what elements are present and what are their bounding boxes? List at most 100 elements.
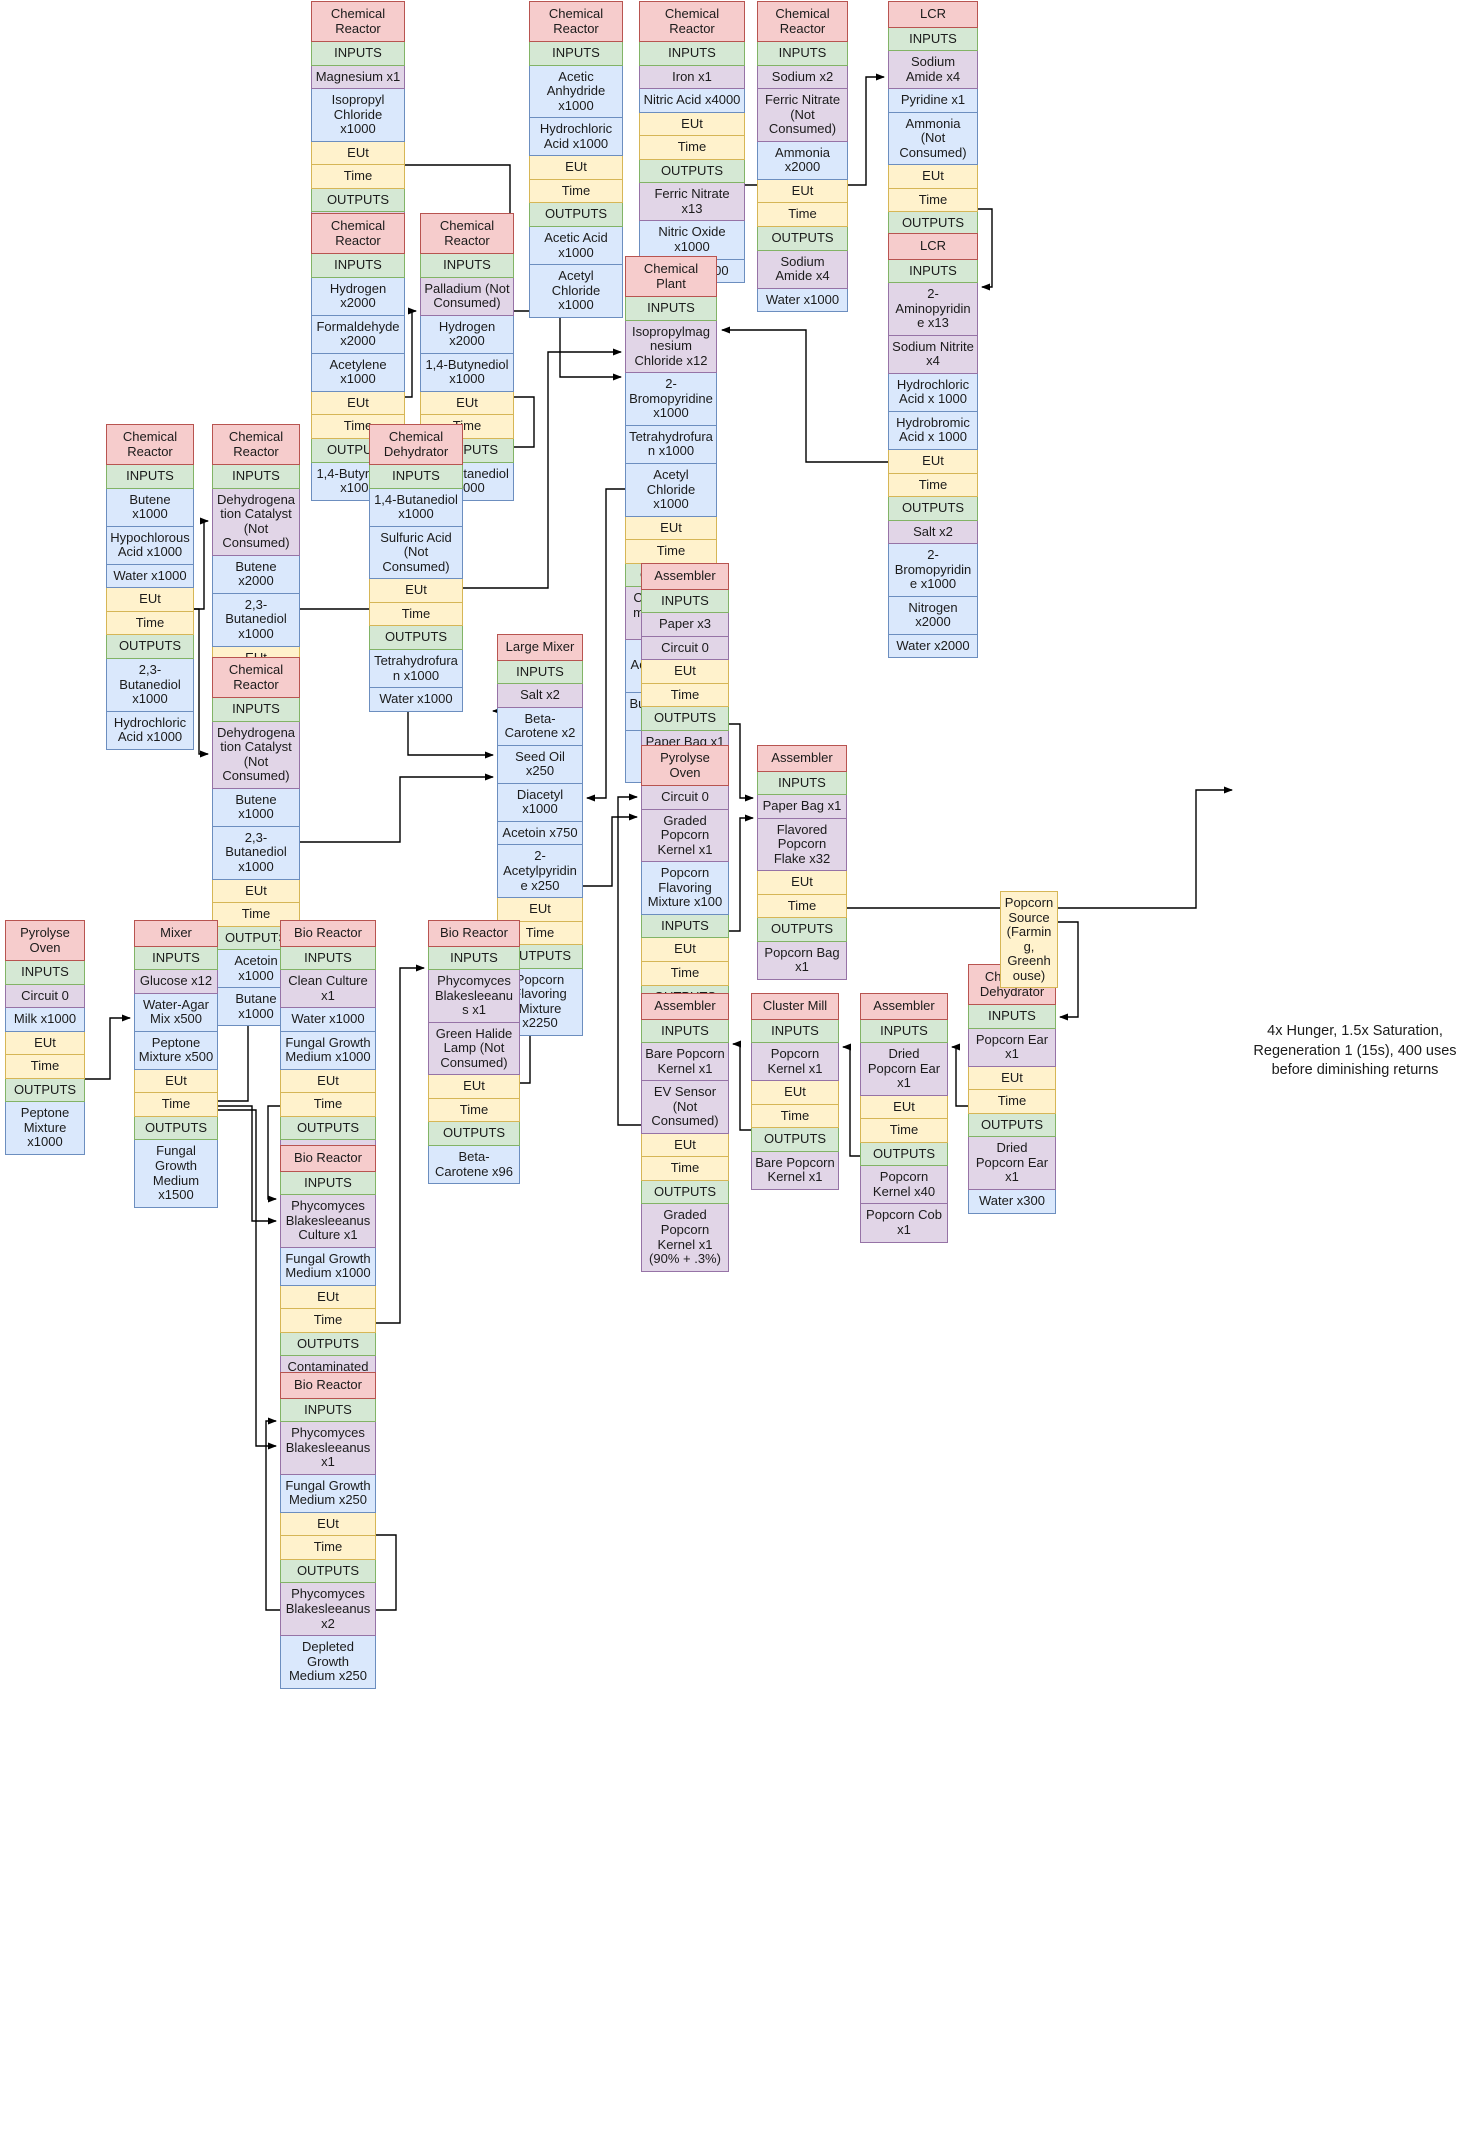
section-header-inputs: INPUTS bbox=[639, 42, 745, 66]
fluid-1-4-butanediol-x1000: 1,4-Butanediol x1000 bbox=[369, 488, 463, 527]
source-label: Popcorn Source (Farming, Greenhouse) bbox=[1000, 891, 1058, 989]
section-header-inputs: INPUTS bbox=[134, 946, 218, 971]
field-eut: EUt bbox=[311, 141, 405, 166]
machine-cr-23-butanediol: Chemical Reactor INPUTS Butene x1000 Hypoch… bbox=[106, 424, 194, 750]
fluid-sulfuric-acid-not-consumed: Sulfuric Acid (Not Consumed) bbox=[369, 526, 463, 580]
section-header-inputs: INPUTS bbox=[529, 42, 623, 66]
machine-title: Chemical Dehydrator bbox=[369, 424, 463, 466]
field-time: Time bbox=[625, 540, 717, 564]
fluid-nitric-acid-x4000: Nitric Acid x4000 bbox=[639, 89, 745, 113]
machine-title: Chemical Reactor bbox=[529, 1, 623, 43]
fluid-hypochlorous-acid-x1000: Hypochlorous Acid x1000 bbox=[106, 526, 194, 565]
section-header-inputs: INPUTS bbox=[212, 698, 300, 722]
item-glucose-x12: Glucose x12 bbox=[134, 970, 218, 994]
item-dehydrogenation-catalyst-not-consumed: Dehydrogenation Catalyst (Not Consumed) bbox=[212, 721, 300, 789]
machine-title: Assembler bbox=[860, 993, 948, 1020]
machine-cd-dried-popcorn-ear: Chemical DehydratorINPUTSPopcorn Ear x1E… bbox=[968, 964, 1056, 1214]
fluid-diacetyl-x1000: Diacetyl x1000 bbox=[497, 783, 583, 822]
machine-title: Bio Reactor bbox=[428, 920, 520, 947]
item-sodium-amide-x4: Sodium Amide x4 bbox=[757, 250, 848, 289]
field-eut: EUt bbox=[757, 871, 847, 895]
fluid-acetyl-chloride-x1000: Acetyl Chloride x1000 bbox=[529, 265, 623, 318]
fluid-hydrogen-x2000: Hydrogen x2000 bbox=[420, 315, 514, 354]
field-time: Time bbox=[860, 1119, 948, 1143]
section-header-outputs: OUTPUTS bbox=[106, 635, 194, 660]
field-time: Time bbox=[641, 1157, 729, 1181]
machine-title: Chemical Plant bbox=[625, 256, 717, 298]
field-eut: EUt bbox=[428, 1075, 520, 1099]
field-eut: EUt bbox=[497, 898, 583, 922]
fluid-isopropyl-chloride-x1000: Isopropyl Chloride x1000 bbox=[311, 89, 405, 142]
machine-title: Chemical Reactor bbox=[757, 1, 848, 43]
fluid-nitric-oxide-x1000: Nitric Oxide x1000 bbox=[639, 221, 745, 260]
machine-cr-acetyl-chloride: Chemical Reactor INPUTS Acetic Anhydride x… bbox=[529, 1, 623, 318]
section-header-inputs: INPUTS bbox=[369, 465, 463, 489]
machine-cd-tetrahydrofuran: Chemical Dehydrator INPUTS 1,4-Butanediol … bbox=[369, 424, 463, 712]
machine-title: Cluster Mill bbox=[751, 993, 839, 1020]
field-eut: EUt bbox=[280, 1285, 376, 1310]
fluid-acetylene-x1000: Acetylene x1000 bbox=[311, 353, 405, 392]
fluid-fungal-growth-medium-x1000: Fungal Growth Medium x1000 bbox=[280, 1247, 376, 1286]
machine-title: Pyrolyse Oven bbox=[5, 920, 85, 962]
section-header-inputs: INPUTS bbox=[888, 259, 978, 284]
section-header-inputs: INPUTS bbox=[888, 27, 978, 52]
field-eut: EUt bbox=[888, 450, 978, 474]
section-header-outputs: OUTPUTS bbox=[639, 159, 745, 184]
field-time: Time bbox=[280, 1093, 376, 1117]
fluid-1-4-butynediol-x1000: 1,4-Butynediol x1000 bbox=[420, 353, 514, 392]
field-time: Time bbox=[428, 1098, 520, 1123]
fluid-water-x1000: Water x1000 bbox=[106, 564, 194, 589]
machine-title: Assembler bbox=[641, 563, 729, 590]
machine-asm-paper-bag: Assembler INPUTS Paper x3 Circuit 0 EUt Time O… bbox=[641, 563, 729, 755]
section-header-inputs: INPUTS bbox=[641, 914, 729, 939]
section-header-outputs: OUTPUTS bbox=[757, 918, 847, 942]
machine-title: Bio Reactor bbox=[280, 1145, 376, 1172]
field-time: Time bbox=[888, 473, 978, 498]
field-eut: EUt bbox=[888, 165, 978, 189]
fluid-hydrochloric-acid-x-1000: Hydrochloric Acid x 1000 bbox=[888, 373, 978, 412]
machine-title: Pyrolyse Oven bbox=[641, 745, 729, 787]
field-eut: EUt bbox=[641, 938, 729, 963]
fluid-butene-x1000: Butene x1000 bbox=[212, 788, 300, 827]
item-isopropylmagnesium-chloride-x12: Isopropylmagnesium Chloride x12 bbox=[625, 320, 717, 374]
field-eut: EUt bbox=[106, 588, 194, 612]
item-circuit-0: Circuit 0 bbox=[641, 636, 729, 661]
item-green-halide-lamp-not-consumed: Green Halide Lamp (Not Consumed) bbox=[428, 1022, 520, 1076]
section-header-inputs: INPUTS bbox=[497, 660, 583, 685]
section-header-outputs: OUTPUTS bbox=[860, 1142, 948, 1167]
item-popcorn-ear-x1: Popcorn Ear x1 bbox=[968, 1028, 1056, 1067]
machine-title: Chemical Reactor bbox=[420, 213, 514, 255]
section-header-outputs: OUTPUTS bbox=[5, 1078, 85, 1103]
fluid-water-agar-mix-x500: Water-Agar Mix x500 bbox=[134, 993, 218, 1032]
machine-cm-bare-popcorn-kernel: Cluster Mill INPUTS Popcorn Kernel x1 EUt Ti… bbox=[751, 993, 839, 1190]
field-eut: EUt bbox=[757, 179, 848, 204]
field-time: Time bbox=[280, 1536, 376, 1560]
fluid-beta-carotene-x2: Beta-Carotene x2 bbox=[497, 707, 583, 746]
item-salt-x2: Salt x2 bbox=[888, 520, 978, 545]
item-ferric-nitrate-x13: Ferric Nitrate x13 bbox=[639, 183, 745, 222]
section-header-outputs: OUTPUTS bbox=[369, 626, 463, 651]
item-sodium-amide-x4: Sodium Amide x4 bbox=[888, 51, 978, 90]
field-eut: EUt bbox=[641, 660, 729, 684]
item-paper-bag-x1: Paper Bag x1 bbox=[757, 795, 847, 819]
item-dehydrogenation-catalyst-not-consumed: Dehydrogenation Catalyst (Not Consumed) bbox=[212, 488, 300, 556]
item-dried-popcorn-ear-x1: Dried Popcorn Ear x1 bbox=[968, 1137, 1056, 1191]
machine-title: Assembler bbox=[757, 745, 847, 772]
section-header-outputs: OUTPUTS bbox=[311, 188, 405, 213]
fluid-milk-x1000: Milk x1000 bbox=[5, 1008, 85, 1032]
machine-title: Chemical Reactor bbox=[311, 1, 405, 43]
fluid-2-3-butanediol-x1000: 2,3-Butanediol x1000 bbox=[106, 659, 194, 712]
section-header-inputs: INPUTS bbox=[420, 254, 514, 278]
item-bare-popcorn-kernel-x1: Bare Popcorn Kernel x1 bbox=[641, 1043, 729, 1082]
item-paper-x3: Paper x3 bbox=[641, 613, 729, 637]
fluid-acetic-acid-x1000: Acetic Acid x1000 bbox=[529, 227, 623, 266]
section-header-inputs: INPUTS bbox=[751, 1019, 839, 1044]
fluid-hydrogen-x2000: Hydrogen x2000 bbox=[311, 277, 405, 316]
item-graded-popcorn-kernel-x1-90-3: Graded Popcorn Kernel x1 (90% + .3%) bbox=[641, 1204, 729, 1272]
field-eut: EUt bbox=[968, 1066, 1056, 1091]
section-header-inputs: INPUTS bbox=[968, 1005, 1056, 1029]
fluid-water-x2000: Water x2000 bbox=[888, 634, 978, 659]
section-header-outputs: OUTPUTS bbox=[428, 1122, 520, 1147]
field-eut: EUt bbox=[625, 516, 717, 541]
machine-title: Chemical Reactor bbox=[212, 424, 300, 466]
